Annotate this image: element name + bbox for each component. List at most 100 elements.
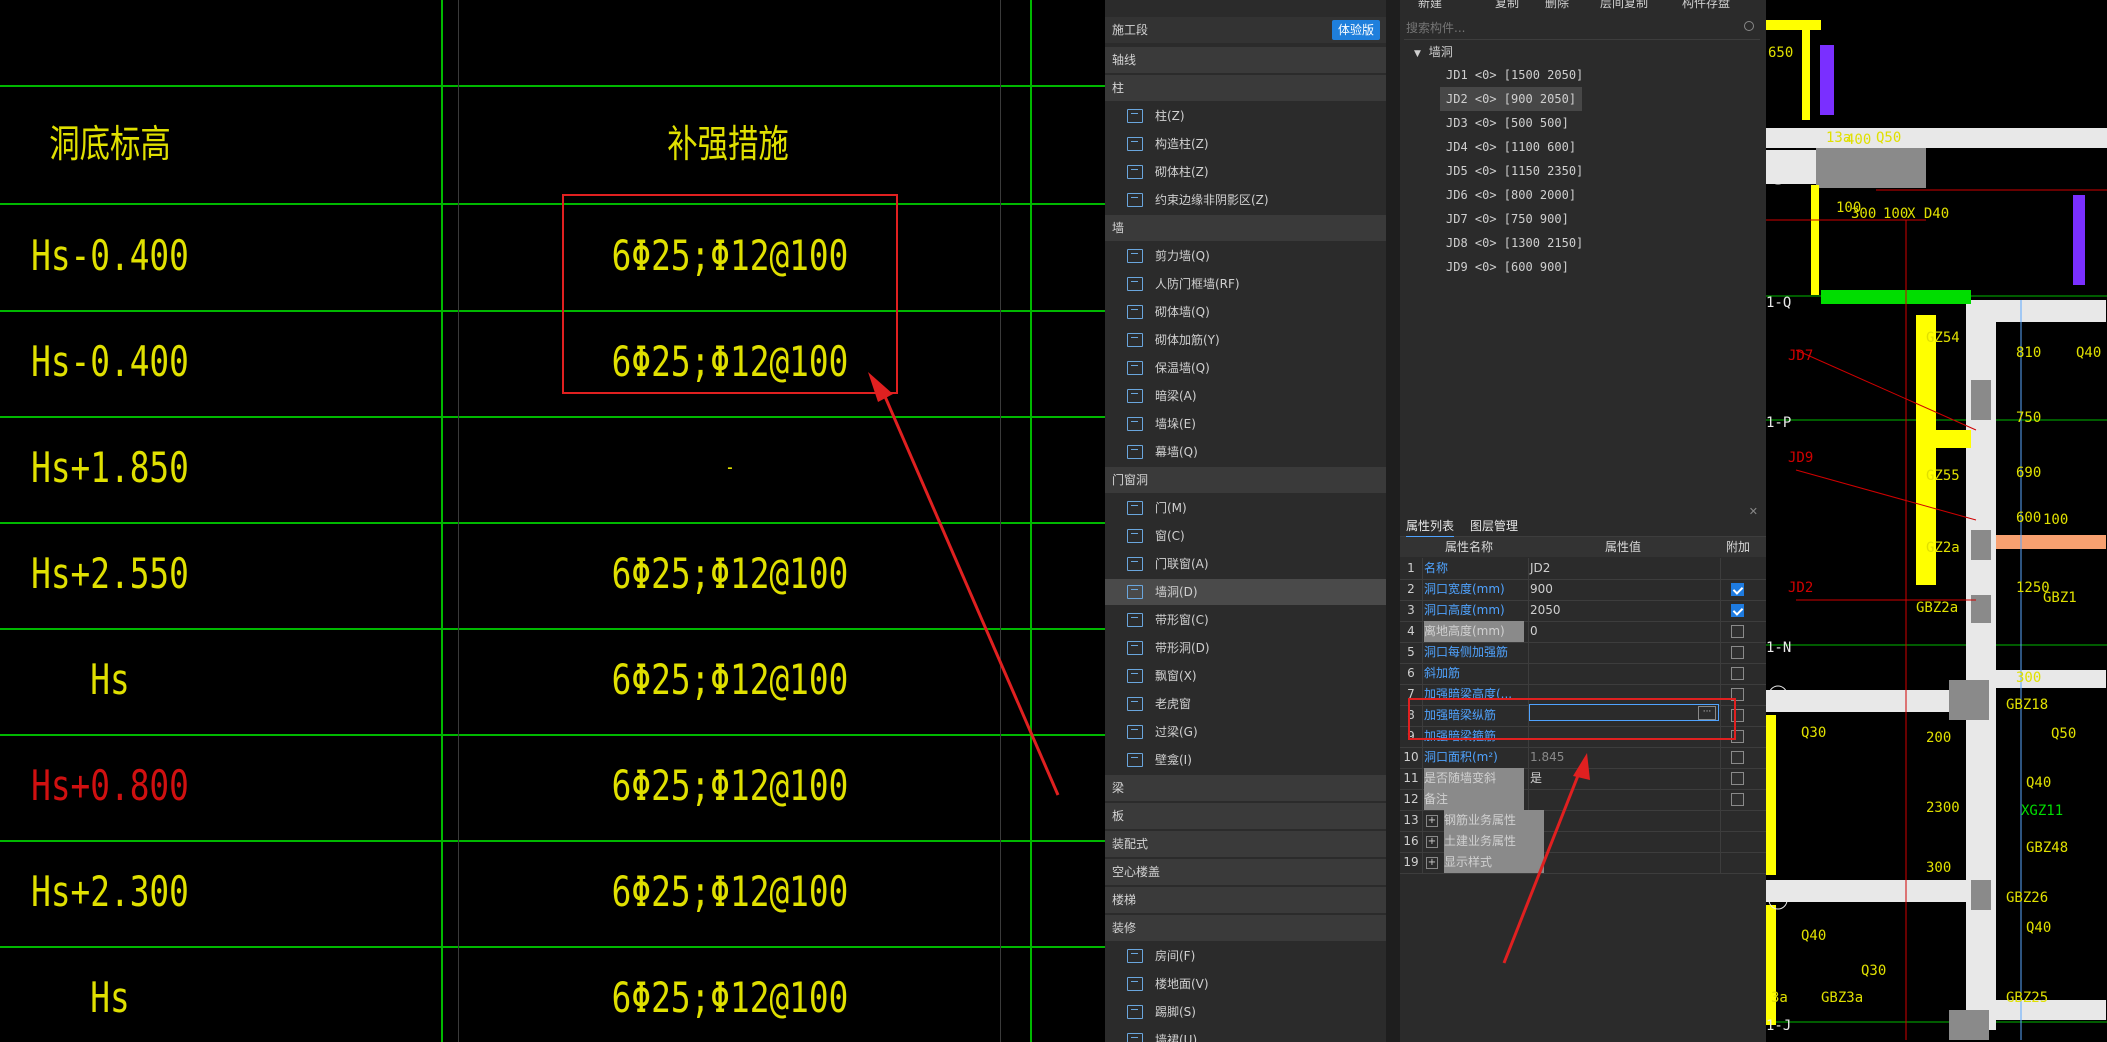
- section-4[interactable]: 梁: [1105, 775, 1386, 801]
- collapse-chevron-icon[interactable]: ▼: [1414, 49, 1421, 59]
- section-1[interactable]: 柱: [1105, 75, 1386, 101]
- tree-item[interactable]: 门(M): [1105, 495, 1386, 521]
- tree-item[interactable]: 暗梁(A): [1105, 383, 1386, 409]
- tree-item[interactable]: 门联窗(A): [1105, 551, 1386, 577]
- tree-item-label: 门(M): [1155, 501, 1187, 515]
- tree-item-label: 带形窗(C): [1155, 613, 1209, 627]
- search-icon[interactable]: [1744, 21, 1754, 31]
- cad-label: 650: [1768, 45, 1794, 61]
- construction-section-row[interactable]: 施工段 体验版: [1105, 17, 1386, 43]
- component-search-input[interactable]: [1404, 17, 1760, 40]
- section-3[interactable]: 门窗洞: [1105, 467, 1386, 493]
- section-2[interactable]: 墙: [1105, 215, 1386, 241]
- list-item[interactable]: JD4 <0> [1100 600]: [1440, 135, 1582, 159]
- component-icon: [1127, 725, 1143, 739]
- tree-item-label: 墙垛(E): [1155, 417, 1196, 431]
- tree-item-label: 飘窗(X): [1155, 669, 1197, 683]
- tree-item[interactable]: 人防门框墙(RF): [1105, 271, 1386, 297]
- tree-item[interactable]: 房间(F): [1105, 943, 1386, 969]
- tree-item[interactable]: 墙洞(D): [1105, 579, 1386, 605]
- tree-item[interactable]: 墙垛(E): [1105, 411, 1386, 437]
- tree-item[interactable]: 构造柱(Z): [1105, 131, 1386, 157]
- cad-label: 1-N: [1766, 640, 1792, 656]
- component-tree-panel: 施工段 体验版 轴线柱柱(Z) 构造柱(Z) 砌体柱(Z) 约束边缘非阴影区(Z) 墙剪…: [1105, 0, 1386, 1042]
- section-0[interactable]: 轴线: [1105, 47, 1386, 73]
- cad-label: XGZ11: [2021, 803, 2064, 819]
- tree-item-label: 过梁(G): [1155, 725, 1198, 739]
- cad-label: 300: [1926, 860, 1952, 876]
- list-item[interactable]: JD2 <0> [900 2050]: [1440, 87, 1583, 111]
- cad-label: GBZ18: [2006, 697, 2049, 713]
- component-icon: [1127, 361, 1143, 375]
- tree-item[interactable]: 剪力墙(Q): [1105, 243, 1386, 269]
- tree-item[interactable]: 幕墙(Q): [1105, 439, 1386, 465]
- list-item[interactable]: JD9 <0> [600 900]: [1440, 255, 1575, 279]
- list-item[interactable]: JD5 <0> [1150 2350]: [1440, 159, 1589, 183]
- tree-item[interactable]: 壁龛(I): [1105, 747, 1386, 773]
- tree-item[interactable]: 墙裙(U): [1105, 1027, 1386, 1042]
- cad-label: 690: [2016, 465, 2042, 481]
- delete-button[interactable]: 删除: [1545, 0, 1569, 9]
- tree-item-label: 窗(C): [1155, 529, 1185, 543]
- tree-item-label: 幕墙(Q): [1155, 445, 1198, 459]
- tree-item[interactable]: 保温墙(Q): [1105, 355, 1386, 381]
- tree-item-label: 带形洞(D): [1155, 641, 1210, 655]
- tree-item[interactable]: 砌体柱(Z): [1105, 159, 1386, 185]
- cad-table-view[interactable]: 洞底标高 补强措施 Hs-0.400 6Φ25;Φ12@100 Hs-0.400 6Φ25…: [0, 0, 1105, 1042]
- cad-label: 300: [2016, 670, 2042, 686]
- list-item[interactable]: JD1 <0> [1500 2050]: [1440, 63, 1589, 87]
- floor-copy-button[interactable]: 层间复制: [1600, 0, 1648, 9]
- cad-label: 100: [1883, 206, 1909, 222]
- tree-item[interactable]: 窗(C): [1105, 523, 1386, 549]
- cad-label: Q30: [1861, 963, 1887, 979]
- component-icon: [1127, 193, 1143, 207]
- tree-group-row[interactable]: ▼ 墙洞: [1414, 40, 1453, 64]
- tree-item-label: 墙洞(D): [1155, 585, 1198, 599]
- tree-item[interactable]: 约束边缘非阴影区(Z): [1105, 187, 1386, 213]
- tree-item[interactable]: 砌体加筋(Y): [1105, 327, 1386, 353]
- component-icon: [1127, 1033, 1143, 1042]
- save-component-button[interactable]: 构件存盘: [1682, 0, 1730, 9]
- tree-item[interactable]: 老虎窗: [1105, 691, 1386, 717]
- component-icon: [1127, 501, 1143, 515]
- trial-badge[interactable]: 体验版: [1331, 20, 1380, 40]
- cad-plan-view[interactable]: 650 13a Q50 400 100 300 100 X D40 1-Q JD7 GZ54 810 Q…: [1766, 0, 2107, 1042]
- cad-label: Q40: [2076, 345, 2102, 361]
- cad-label: Q50: [1876, 130, 1902, 146]
- section-5[interactable]: 板: [1105, 803, 1386, 829]
- component-icon: [1127, 277, 1143, 291]
- list-item[interactable]: JD3 <0> [500 500]: [1440, 111, 1575, 135]
- copy-button[interactable]: 复制: [1495, 0, 1519, 9]
- tree-item[interactable]: 楼地面(V): [1105, 971, 1386, 997]
- cad-label: GBZ25: [2006, 990, 2049, 1006]
- cad-label: 750: [2016, 410, 2042, 426]
- tree-item-label: 构造柱(Z): [1155, 137, 1209, 151]
- splitter[interactable]: [1386, 0, 1400, 1042]
- tree-item[interactable]: 柱(Z): [1105, 103, 1386, 129]
- cad-label: Q50: [2051, 726, 2077, 742]
- tree-item[interactable]: 带形窗(C): [1105, 607, 1386, 633]
- tree-item[interactable]: 过梁(G): [1105, 719, 1386, 745]
- tree-item[interactable]: 砌体墙(Q): [1105, 299, 1386, 325]
- annotation-arrow: [1502, 753, 1590, 964]
- section-9[interactable]: 装修: [1105, 915, 1386, 941]
- component-icon: [1127, 305, 1143, 319]
- section-8[interactable]: 楼梯: [1105, 887, 1386, 913]
- cad-label: 600: [2016, 510, 2042, 526]
- cad-label: GBZ26: [2006, 890, 2049, 906]
- list-item[interactable]: JD6 <0> [800 2000]: [1440, 183, 1582, 207]
- tree-item[interactable]: 带形洞(D): [1105, 635, 1386, 661]
- tree-item[interactable]: 飘窗(X): [1105, 663, 1386, 689]
- cad-label: Q40: [1801, 928, 1827, 944]
- tree-item[interactable]: 踢脚(S): [1105, 999, 1386, 1025]
- new-button[interactable]: 新建: [1418, 0, 1442, 9]
- list-item[interactable]: JD7 <0> [750 900]: [1440, 207, 1575, 231]
- component-icon: [1127, 445, 1143, 459]
- section-7[interactable]: 空心楼盖: [1105, 859, 1386, 885]
- list-item[interactable]: JD8 <0> [1300 2150]: [1440, 231, 1589, 255]
- component-icon: [1127, 109, 1143, 123]
- cad-label: GBZ1: [2043, 590, 2077, 606]
- section-6[interactable]: 装配式: [1105, 831, 1386, 857]
- tree-group-label: 墙洞: [1428, 45, 1453, 59]
- cad-label: JD2: [1788, 580, 1814, 596]
